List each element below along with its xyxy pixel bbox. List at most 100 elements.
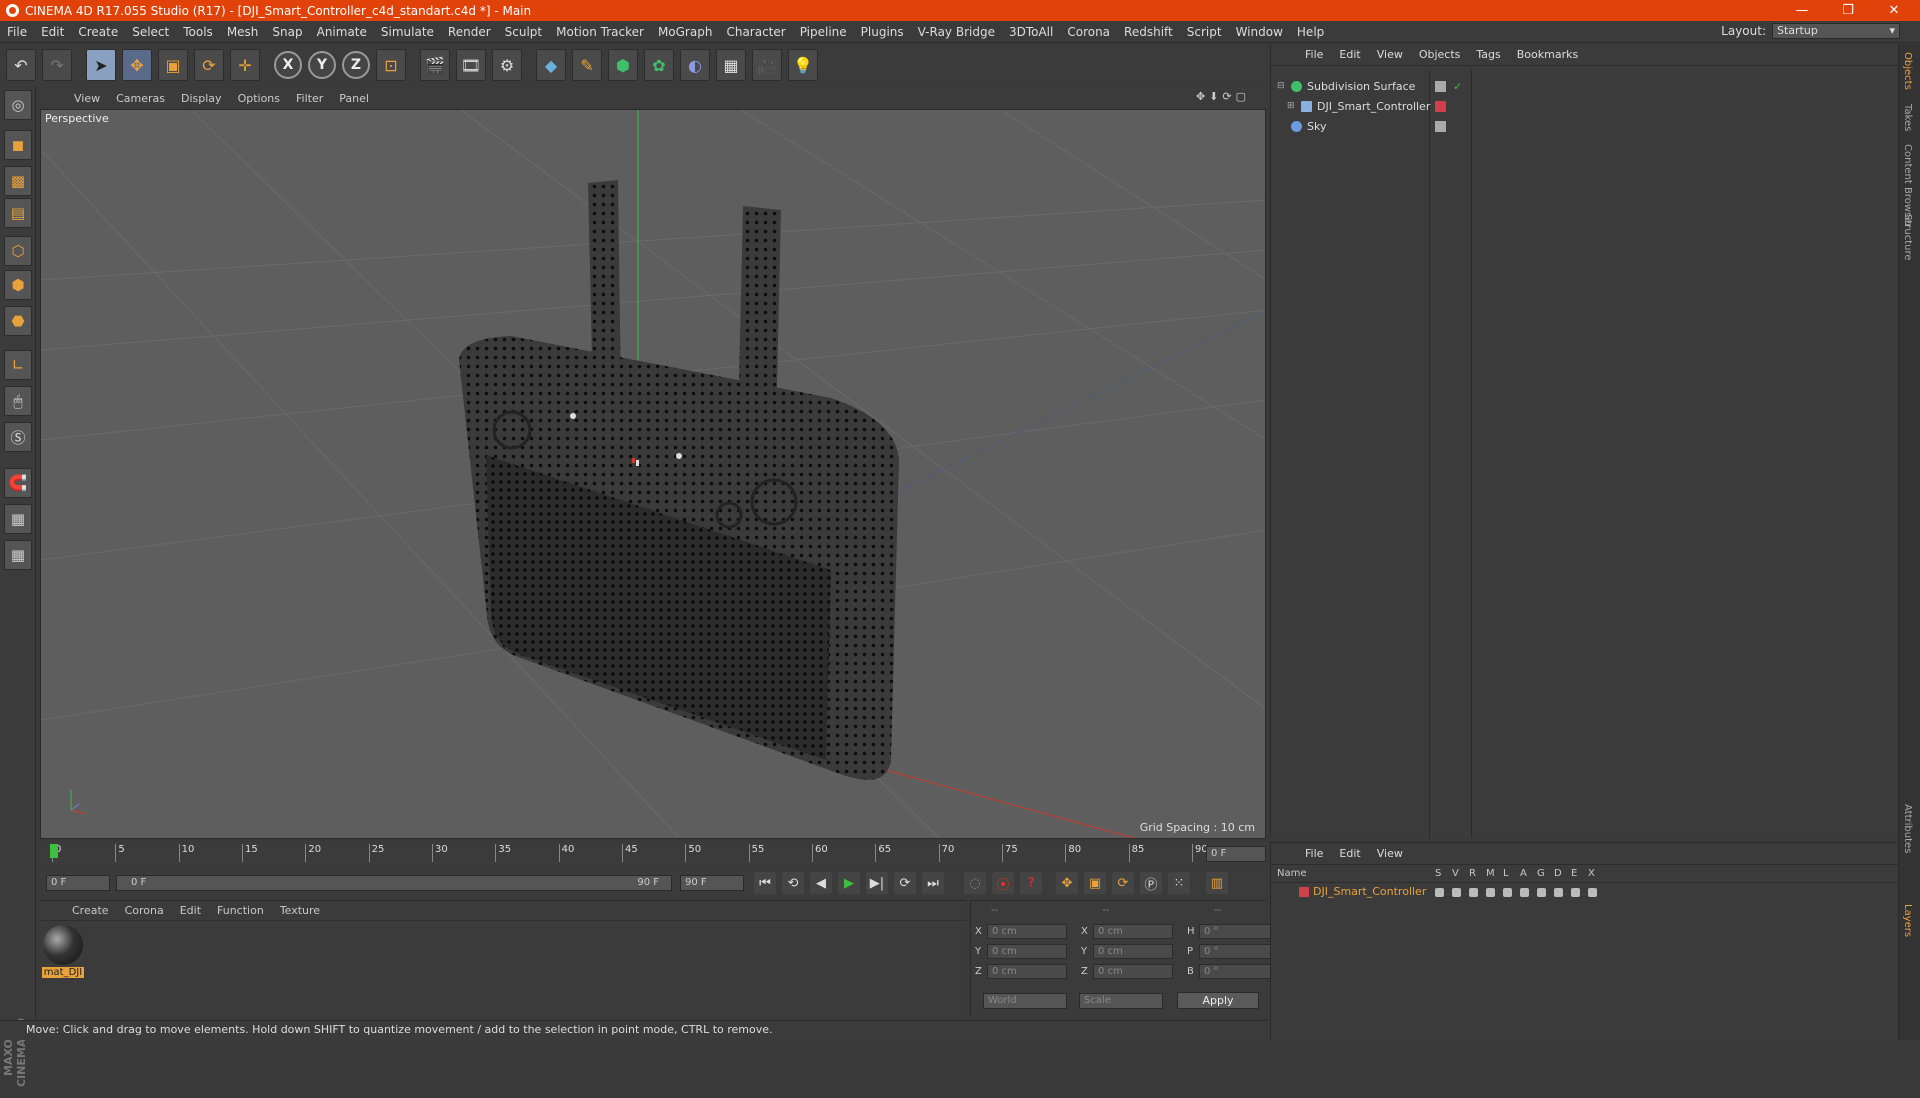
material-menu-function[interactable]: Function [209, 904, 272, 917]
menu-edit[interactable]: Edit [34, 25, 71, 39]
layer-header-m[interactable]: M [1486, 868, 1495, 879]
coord-value-field[interactable]: 0 ° [1199, 963, 1279, 979]
deformer-icon[interactable]: ◐ [680, 49, 710, 81]
menu-plugins[interactable]: Plugins [854, 25, 911, 39]
object-row-sky[interactable]: Sky [1271, 116, 1899, 136]
layer-menu-view[interactable]: View [1369, 847, 1411, 860]
layer-header-a[interactable]: A [1520, 868, 1527, 879]
camera-icon[interactable]: 🎥 [752, 49, 782, 81]
right-tab-structure[interactable]: Structure [1902, 214, 1913, 261]
coord-value-field[interactable]: 0 cm [1093, 943, 1173, 959]
coord-value-field[interactable]: 0 cm [1093, 923, 1173, 939]
viewport-menu-options[interactable]: Options [230, 92, 288, 105]
texture-mode-icon[interactable]: ▩ [4, 166, 32, 196]
layer-toggle-icon[interactable] [1554, 888, 1563, 897]
material-thumbnail[interactable]: mat_DJI [42, 925, 84, 978]
step-forward-icon[interactable]: ▶| [866, 872, 888, 894]
previous-key-icon[interactable]: ⟲ [782, 872, 804, 894]
layer-header-s[interactable]: S [1435, 868, 1441, 879]
menu-help[interactable]: Help [1290, 25, 1331, 39]
polygons-mode-icon[interactable]: ⬣ [4, 306, 32, 336]
object-menu-bookmarks[interactable]: Bookmarks [1509, 48, 1586, 61]
object-menu-file[interactable]: File [1297, 48, 1331, 61]
mograph-cloner-icon[interactable]: ✿ [644, 49, 674, 81]
layer-tag-icon[interactable] [1435, 120, 1446, 132]
object-menu-edit[interactable]: Edit [1331, 48, 1368, 61]
layer-menu-edit[interactable]: Edit [1331, 847, 1368, 860]
y-axis-lock-icon[interactable]: Y [308, 51, 336, 79]
move-tool-icon[interactable]: ✥ [122, 49, 152, 81]
next-key-icon[interactable]: ⟳ [894, 872, 916, 894]
object-menu-objects[interactable]: Objects [1411, 48, 1469, 61]
key-parameter-icon[interactable]: Ⓟ [1140, 872, 1162, 894]
material-menu-edit[interactable]: Edit [172, 904, 209, 917]
workplane-lock-icon[interactable]: ▦ [4, 504, 32, 534]
material-menu-create[interactable]: Create [64, 904, 117, 917]
collapse-icon[interactable]: ⊟ [1277, 81, 1285, 91]
right-tab-takes[interactable]: Takes [1902, 104, 1913, 131]
layer-header-x[interactable]: X [1588, 868, 1595, 879]
coord-value-field[interactable]: 0 ° [1199, 943, 1279, 959]
object-menu-view[interactable]: View [1369, 48, 1411, 61]
render-picture-viewer-icon[interactable]: 🎞 [456, 49, 486, 81]
layer-header-r[interactable]: R [1469, 868, 1476, 879]
step-back-icon[interactable]: ◀ [810, 872, 832, 894]
coord-mode-dropdown[interactable]: Scale [1079, 993, 1163, 1009]
menu-window[interactable]: Window [1229, 25, 1290, 39]
layer-menu-file[interactable]: File [1297, 847, 1331, 860]
layer-row[interactable]: DJI_Smart_Controller [1271, 885, 1899, 901]
right-tab-layers[interactable]: Layers [1902, 904, 1913, 937]
menu-motion-tracker[interactable]: Motion Tracker [549, 25, 651, 39]
minimize-button[interactable]: — [1780, 0, 1824, 21]
timeline-window-icon[interactable]: ▥ [1206, 872, 1228, 894]
undo-icon[interactable]: ↶ [6, 49, 36, 81]
cube-primitive-icon[interactable]: ◆ [536, 49, 566, 81]
floor-grid-icon[interactable]: ▦ [716, 49, 746, 81]
end-frame-field[interactable]: 90 F [680, 875, 744, 891]
go-to-end-icon[interactable]: ⏭ [922, 872, 944, 894]
viewport-menu-view[interactable]: View [66, 92, 108, 105]
menu-redshift[interactable]: Redshift [1117, 25, 1180, 39]
layer-toggle-icon[interactable] [1520, 888, 1529, 897]
move-last-tool-icon[interactable]: ✛ [230, 49, 260, 81]
rotate-tool-icon[interactable]: ⟳ [194, 49, 224, 81]
make-editable-icon[interactable]: ◎ [4, 90, 32, 120]
menu-mograph[interactable]: MoGraph [651, 25, 720, 39]
menu-pipeline[interactable]: Pipeline [793, 25, 854, 39]
planar-workplane-icon[interactable]: ▦ [4, 540, 32, 570]
key-scale-icon[interactable]: ▣ [1084, 872, 1106, 894]
menu-mesh[interactable]: Mesh [220, 25, 266, 39]
autokey-icon[interactable]: ⦿ [992, 872, 1014, 894]
expand-icon[interactable]: ⊞ [1287, 101, 1295, 111]
menu-create[interactable]: Create [71, 25, 125, 39]
layer-header-e[interactable]: E [1571, 868, 1577, 879]
redo-icon[interactable]: ↷ [42, 49, 72, 81]
keyframe-selection-icon[interactable]: ? [1020, 872, 1042, 894]
play-icon[interactable]: ▶ [838, 872, 860, 894]
coord-value-field[interactable]: 0 cm [987, 943, 1067, 959]
coordinate-system-icon[interactable]: ⊡ [376, 49, 406, 81]
x-axis-lock-icon[interactable]: X [274, 51, 302, 79]
layer-toggle-icon[interactable] [1588, 888, 1597, 897]
menu-simulate[interactable]: Simulate [374, 25, 441, 39]
menu-v-ray-bridge[interactable]: V-Ray Bridge [911, 25, 1002, 39]
coord-value-field[interactable]: 0 cm [987, 963, 1067, 979]
menu-corona[interactable]: Corona [1060, 25, 1117, 39]
current-frame-field[interactable]: 0 F [1206, 846, 1266, 862]
key-pla-icon[interactable]: ⁙ [1168, 872, 1190, 894]
layout-dropdown[interactable]: Startup [1772, 23, 1900, 39]
material-menu-corona[interactable]: Corona [117, 904, 172, 917]
layer-toggle-icon[interactable] [1435, 888, 1444, 897]
record-keys-icon[interactable]: ◌ [964, 872, 986, 894]
coord-value-field[interactable]: 0 cm [987, 923, 1067, 939]
viewport-menu-cameras[interactable]: Cameras [108, 92, 173, 105]
menu-select[interactable]: Select [125, 25, 176, 39]
layer-header-v[interactable]: V [1452, 868, 1459, 879]
points-mode-icon[interactable]: ⬡ [4, 236, 32, 266]
menu-snap[interactable]: Snap [265, 25, 309, 39]
nurbs-icon[interactable]: ⬢ [608, 49, 638, 81]
layer-toggle-icon[interactable] [1486, 888, 1495, 897]
z-axis-lock-icon[interactable]: Z [342, 51, 370, 79]
spline-pen-icon[interactable]: ✎ [572, 49, 602, 81]
tweak-mode-icon[interactable]: 🖱 [4, 386, 32, 416]
